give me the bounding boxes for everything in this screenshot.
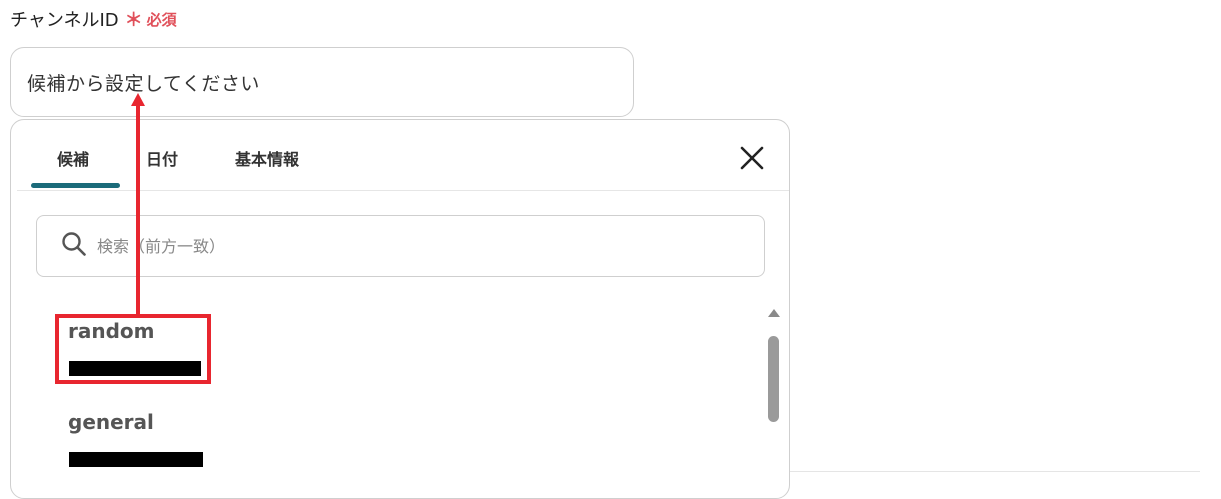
required-text: 必須 [146,10,177,29]
channel-id-placeholder: 候補から設定してください [27,72,260,95]
redacted-bar [69,452,203,467]
scrollbar-thumb[interactable] [768,336,779,422]
redacted-bar [69,361,201,376]
option-random[interactable]: random [68,319,155,343]
active-tab-indicator [31,183,120,188]
option-general[interactable]: general [68,410,154,434]
channel-id-input[interactable]: 候補から設定してください [10,47,634,117]
search-input[interactable] [95,235,699,257]
search-icon [61,231,87,261]
divider [790,471,1200,472]
tab-date[interactable]: 日付 [146,146,178,170]
search-field[interactable] [36,215,765,277]
tab-suggestions[interactable]: 候補 [57,146,89,170]
required-asterisk: ＊ [124,10,143,31]
close-icon[interactable] [738,144,766,172]
field-label-text: チャンネルID [10,10,119,31]
scrollbar[interactable] [765,303,783,498]
popup-tabs: 候補 日付 基本情報 [17,120,789,191]
suggestion-popup: 候補 日付 基本情報 random general [10,119,790,499]
scroll-up-arrow-icon[interactable] [768,309,780,317]
tab-basic-info[interactable]: 基本情報 [235,146,299,170]
channel-id-label: チャンネルID ＊ 必須 [10,6,177,32]
